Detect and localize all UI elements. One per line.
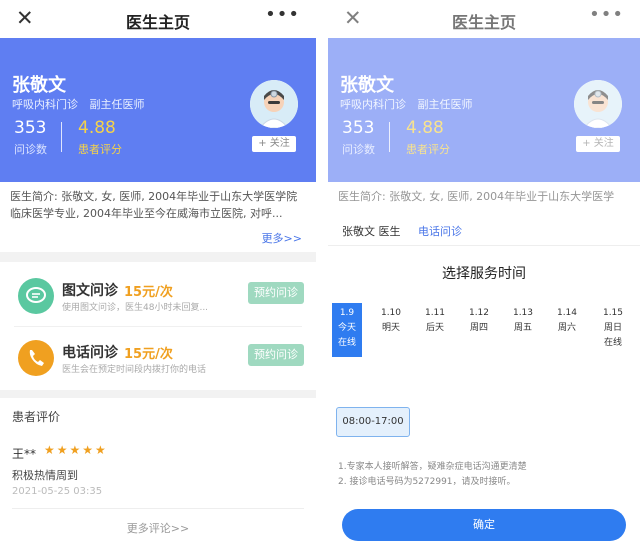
patient-rating-label: 患者评分: [78, 143, 122, 156]
more-reviews-link[interactable]: 更多评论>>: [0, 520, 316, 536]
date-option[interactable]: 1.13 周五: [508, 303, 538, 357]
date-option[interactable]: 1.15 周日 在线: [598, 303, 628, 357]
service-desc: 医生会在预定时间段内拨打你的电话: [62, 365, 207, 375]
consult-count: 353: [14, 118, 47, 138]
tab-phone-consult[interactable]: 电话问诊: [418, 223, 462, 239]
doctor-department: 呼吸内科门诊: [12, 98, 78, 111]
date-value: 1.15: [602, 308, 624, 318]
consult-services: 图文问诊 15元/次 使用图文问诊，医生48小时未回复... 预约问诊 电话问诊…: [0, 262, 316, 390]
doctor-department-line: 呼吸内科门诊 副主任医师: [12, 96, 145, 112]
service-name: 电话问诊: [62, 345, 118, 361]
date-value: 1.9: [339, 308, 355, 318]
date-option[interactable]: 1.10 明天: [376, 303, 406, 357]
date-label: 周日: [603, 323, 622, 333]
date-value: 1.14: [556, 308, 578, 318]
date-status: 在线: [603, 338, 622, 348]
intro-more-link[interactable]: 更多>>: [262, 230, 302, 246]
service-price: 15元/次: [124, 285, 173, 300]
date-label: 后天: [425, 323, 444, 333]
divider: [12, 508, 304, 509]
date-option[interactable]: 1.14 周六: [552, 303, 582, 357]
doctor-header: 张敬文 呼吸内科门诊 副主任医师 353 问诊数 4.88 患者评分 + 关注: [0, 38, 316, 182]
review-time: 2021-05-25 03:35: [12, 486, 103, 497]
divider: [328, 245, 640, 246]
stat-divider: [61, 122, 62, 152]
service-item-phone-consult: 电话问诊 15元/次 医生会在预定时间段内拨打你的电话 预约问诊: [0, 330, 316, 386]
avatar: [250, 80, 298, 128]
date-label: 今天: [337, 323, 356, 333]
chat-icon: [18, 278, 54, 314]
review-user: 王**: [12, 447, 37, 461]
doctor-position: 副主任医师: [89, 98, 145, 111]
consult-count-label: 问诊数: [14, 143, 47, 156]
time-picker-sheet: 张敬文 医生 电话问诊 选择服务时间 1.9 今天 在线 1.10 明天 1.1…: [328, 209, 640, 556]
doctor-intro: 医生简介: 张敬文, 女, 医师, 2004年毕业于山东大学医学院临床医学专业,…: [0, 182, 316, 252]
review-stars: ★★★★★: [44, 443, 108, 457]
sheet-title: 选择服务时间: [442, 266, 526, 282]
divider: [14, 326, 302, 327]
patient-reviews: 患者评价 王** ★★★★★ 积极热情周到 2021-05-25 03:35 更…: [0, 398, 316, 556]
nav-bar: ✕ 医生主页 •••: [0, 0, 316, 38]
book-text-consult-button[interactable]: 预约问诊: [248, 282, 304, 304]
service-item-text-consult: 图文问诊 15元/次 使用图文问诊，医生48小时未回复... 预约问诊: [0, 268, 316, 324]
date-label: 明天: [381, 323, 400, 333]
date-label: 周五: [513, 323, 532, 333]
doctor-homepage-screen: ✕ 医生主页 ••• 张敬文 呼吸内科门诊 副主任医师 353 问诊数 4.88…: [0, 0, 316, 556]
confirm-button[interactable]: 确定: [342, 509, 626, 541]
date-option[interactable]: 1.12 周四: [464, 303, 494, 357]
doctor-intro-text: 医生简介: 张敬文, 女, 医师, 2004年毕业于山东大学医学院临床医学专业,…: [10, 190, 298, 220]
date-option[interactable]: 1.9 今天 在线: [332, 303, 362, 357]
doctor-avatar-icon: [250, 80, 298, 128]
service-price: 15元/次: [124, 347, 173, 362]
time-slot-option[interactable]: 08:00-17:00: [336, 407, 410, 437]
phone-icon: [18, 340, 54, 376]
note-line-1: 1.专家本人接听解答，疑难杂症电话沟通更清楚: [338, 462, 527, 472]
service-desc: 使用图文问诊，医生48小时未回复...: [62, 303, 209, 313]
date-status: 在线: [337, 338, 356, 348]
tab-doctor[interactable]: 张敬文 医生: [342, 223, 401, 239]
date-label: 周四: [469, 323, 488, 333]
date-value: 1.13: [512, 308, 534, 318]
date-value: 1.10: [380, 308, 402, 318]
more-options-icon[interactable]: •••: [265, 4, 300, 25]
doctor-name: 张敬文: [12, 75, 66, 96]
service-name: 图文问诊: [62, 283, 118, 299]
service-time-screen: ✕ 医生主页 ••• 张敬文 呼吸内科门诊 副主任医师 353 问诊数 4.88…: [328, 0, 640, 556]
book-phone-consult-button[interactable]: 预约问诊: [248, 344, 304, 366]
reviews-header: 患者评价: [12, 410, 61, 424]
review-text: 积极热情周到: [12, 469, 78, 482]
patient-rating: 4.88: [78, 118, 116, 138]
date-value: 1.11: [424, 308, 446, 318]
note-line-2: 2. 接诊电话号码为5272991，请及时接听。: [338, 477, 516, 487]
date-selector: 1.9 今天 在线 1.10 明天 1.11 后天 1.12 周四 1.13 周…: [332, 303, 636, 357]
date-label: 周六: [557, 323, 576, 333]
date-option[interactable]: 1.11 后天: [420, 303, 450, 357]
follow-button[interactable]: + 关注: [252, 136, 296, 152]
date-value: 1.12: [468, 308, 490, 318]
